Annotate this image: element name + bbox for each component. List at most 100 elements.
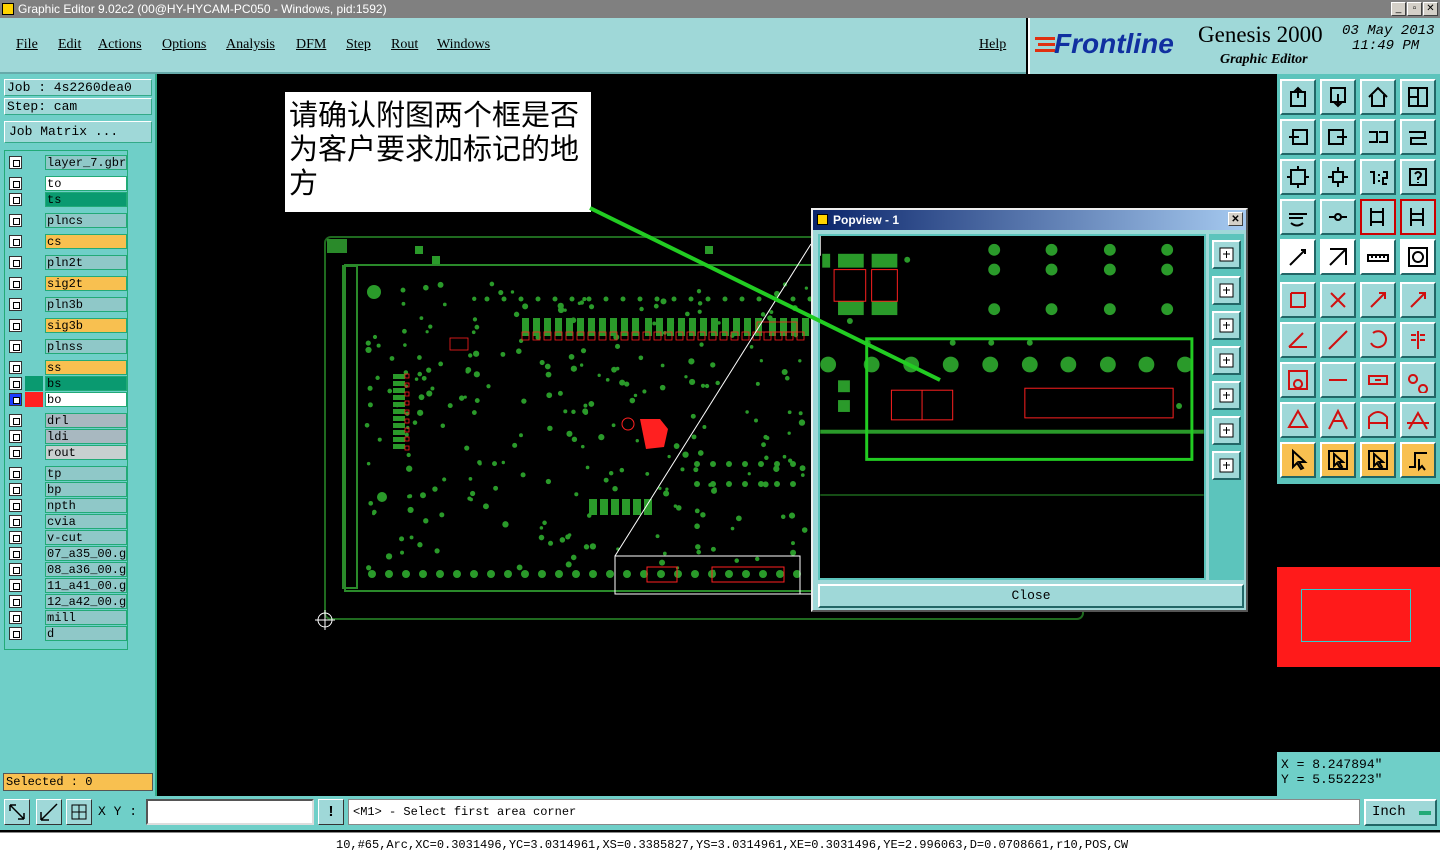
layer-red2-icon[interactable] <box>1400 199 1436 235</box>
expand-icon[interactable] <box>1280 159 1316 195</box>
layer-checkbox[interactable] <box>9 377 22 390</box>
rotate-icon[interactable] <box>1360 322 1396 358</box>
select-path-icon[interactable] <box>1400 442 1436 478</box>
view-left-icon[interactable] <box>1280 119 1316 155</box>
mirror-icon[interactable] <box>1400 322 1436 358</box>
layer-color-swatch[interactable] <box>25 413 43 428</box>
angle-icon[interactable] <box>1280 322 1316 358</box>
layer-checkbox[interactable] <box>9 531 22 544</box>
layer-checkbox[interactable] <box>9 256 22 269</box>
pad-arrow2-icon[interactable] <box>1400 282 1436 318</box>
menu-windows[interactable]: Windows <box>437 37 490 53</box>
arch2-icon[interactable] <box>1360 402 1396 438</box>
layer-name[interactable]: 08_a36_00.gt <box>45 562 127 577</box>
layer-checkbox[interactable] <box>9 361 22 374</box>
close-window-icon[interactable]: ✕ <box>1423 2 1438 16</box>
layer-name[interactable]: 12_a42_00.gt <box>45 594 127 609</box>
view-top-icon[interactable] <box>1280 79 1316 115</box>
layer-name[interactable]: bo <box>45 392 127 407</box>
draw-line-icon[interactable] <box>1280 239 1316 275</box>
layer-checkbox[interactable] <box>9 214 22 227</box>
layer-color-swatch[interactable] <box>25 546 43 561</box>
minimize-icon[interactable]: _ <box>1391 2 1406 16</box>
layer-name[interactable]: drl <box>45 413 127 428</box>
layer-color-swatch[interactable] <box>25 360 43 375</box>
home-icon[interactable] <box>1360 79 1396 115</box>
pad-arrow-icon[interactable] <box>1360 282 1396 318</box>
maximize-icon[interactable]: ▫ <box>1407 2 1422 16</box>
layer-name[interactable]: ldi <box>45 429 127 444</box>
layer-color-swatch[interactable] <box>25 376 43 391</box>
layer-name[interactable]: plncs <box>45 213 127 228</box>
layer-name[interactable]: to <box>45 176 127 191</box>
pan-icon[interactable] <box>1320 159 1356 195</box>
layer-name[interactable]: d <box>45 626 127 641</box>
probe-icon[interactable] <box>1320 199 1356 235</box>
popview-tool-button[interactable] <box>1212 346 1241 375</box>
draw-red-icon[interactable] <box>1320 239 1356 275</box>
layer-name[interactable]: cvia <box>45 514 127 529</box>
layer-color-swatch[interactable] <box>25 626 43 641</box>
layer-checkbox[interactable] <box>9 563 22 576</box>
layer-color-swatch[interactable] <box>25 578 43 593</box>
layer-checkbox[interactable] <box>9 627 22 640</box>
record-icon[interactable] <box>1400 239 1436 275</box>
layer-checkbox[interactable] <box>9 298 22 311</box>
layer-name[interactable]: 11_a41_00.gt <box>45 578 127 593</box>
menu-actions[interactable]: Actions <box>98 37 142 53</box>
popview-tool-button[interactable] <box>1212 276 1241 305</box>
layer-name[interactable]: pln3b <box>45 297 127 312</box>
measure-icon[interactable] <box>36 799 62 825</box>
overview-map[interactable] <box>1277 484 1440 752</box>
layer-checkbox[interactable] <box>9 611 22 624</box>
popview-canvas[interactable] <box>818 234 1206 580</box>
layer-name[interactable]: sig3b <box>45 318 127 333</box>
layer-color-swatch[interactable] <box>25 155 43 170</box>
ruler-icon[interactable] <box>1360 239 1396 275</box>
layer-checkbox[interactable] <box>9 499 22 512</box>
menu-step[interactable]: Step <box>346 37 371 53</box>
popview-tool-button[interactable] <box>1212 451 1241 480</box>
menu-options[interactable]: Options <box>162 37 206 53</box>
help-icon[interactable] <box>1400 159 1436 195</box>
connect-icon[interactable] <box>1280 282 1316 318</box>
layer-color-swatch[interactable] <box>25 594 43 609</box>
layer-name[interactable]: tp <box>45 466 127 481</box>
layer-color-swatch[interactable] <box>25 392 43 407</box>
layer-checkbox[interactable] <box>9 235 22 248</box>
layer-checkbox[interactable] <box>9 414 22 427</box>
layer-checkbox[interactable] <box>9 393 22 406</box>
layer-name[interactable]: sig2t <box>45 276 127 291</box>
layer-checkbox[interactable] <box>9 319 22 332</box>
layer-color-swatch[interactable] <box>25 610 43 625</box>
popview-tool-button[interactable] <box>1212 381 1241 410</box>
layer-color-swatch[interactable] <box>25 339 43 354</box>
popview-close-button[interactable]: Close <box>818 584 1244 608</box>
layer-name[interactable]: v-cut <box>45 530 127 545</box>
overview-viewport[interactable] <box>1301 589 1411 642</box>
layer-name[interactable]: ts <box>45 192 127 207</box>
layer-name[interactable]: pln2t <box>45 255 127 270</box>
zoom-fit-icon[interactable] <box>4 799 30 825</box>
layer-color-swatch[interactable] <box>25 297 43 312</box>
arch3-icon[interactable] <box>1400 402 1436 438</box>
layer-color-swatch[interactable] <box>25 255 43 270</box>
layer-checkbox[interactable] <box>9 340 22 353</box>
layer-checkbox[interactable] <box>9 515 22 528</box>
warning-icon[interactable]: ! <box>318 799 344 825</box>
cross-icon[interactable] <box>1320 282 1356 318</box>
layer-red-icon[interactable] <box>1360 199 1396 235</box>
select-box2-icon[interactable] <box>1360 442 1396 478</box>
layer-checkbox[interactable] <box>9 177 22 190</box>
layer-color-swatch[interactable] <box>25 276 43 291</box>
diagonal-icon[interactable] <box>1320 322 1356 358</box>
layer-name[interactable]: ss <box>45 360 127 375</box>
layer-checkbox[interactable] <box>9 193 22 206</box>
select-icon[interactable] <box>1280 442 1316 478</box>
layer-name[interactable]: bs <box>45 376 127 391</box>
popview-title-bar[interactable]: Popview - 1 ✕ <box>813 210 1246 230</box>
popview-tool-button[interactable] <box>1212 240 1241 269</box>
layer-name[interactable]: layer_7.gbr <box>45 155 127 170</box>
grid-icon[interactable] <box>66 799 92 825</box>
layer-checkbox[interactable] <box>9 579 22 592</box>
